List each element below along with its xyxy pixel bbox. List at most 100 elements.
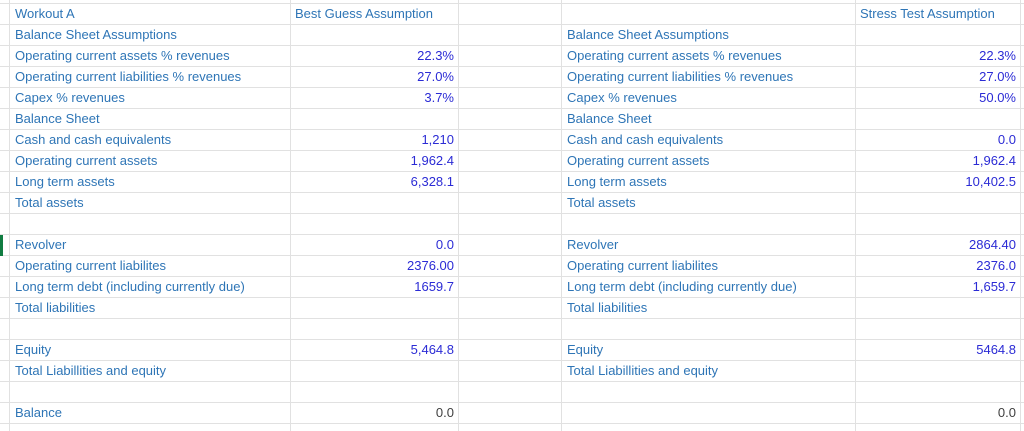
grid-filler-cell[interactable]: [459, 361, 562, 382]
grid-filler-cell[interactable]: [459, 298, 562, 319]
value-cell[interactable]: [291, 193, 459, 214]
value-cell[interactable]: [291, 361, 459, 382]
row-label-cell[interactable]: [10, 214, 291, 235]
row-label-cell[interactable]: Operating current assets: [562, 151, 856, 172]
column-header-cell[interactable]: Best Guess Assumption: [291, 4, 459, 25]
row-label-cell[interactable]: Total liabilities: [10, 298, 291, 319]
value-cell[interactable]: [856, 361, 1021, 382]
row-label-cell[interactable]: Operating current liabilites: [10, 256, 291, 277]
grid-filler-cell[interactable]: [459, 109, 562, 130]
value-cell[interactable]: [291, 109, 459, 130]
row-label-cell[interactable]: Balance Sheet Assumptions: [562, 25, 856, 46]
row-label-cell[interactable]: [562, 319, 856, 340]
value-cell[interactable]: 0.0: [291, 403, 459, 424]
grid-filler-cell[interactable]: [459, 319, 562, 340]
column-header-cell[interactable]: Stress Test Assumption: [856, 4, 1021, 25]
value-cell[interactable]: 22.3%: [291, 46, 459, 67]
value-cell[interactable]: 1659.7: [291, 277, 459, 298]
value-cell[interactable]: [291, 214, 459, 235]
value-cell[interactable]: 6,328.1: [291, 172, 459, 193]
value-cell[interactable]: 0.0: [856, 403, 1021, 424]
value-cell[interactable]: 5,464.8: [291, 340, 459, 361]
row-label-cell[interactable]: [562, 403, 856, 424]
grid-filler-cell[interactable]: [459, 46, 562, 67]
row-label-cell[interactable]: Balance Sheet Assumptions: [10, 25, 291, 46]
row-label-cell[interactable]: Revolver: [10, 235, 291, 256]
grid-filler-cell[interactable]: [459, 193, 562, 214]
value-cell[interactable]: [291, 298, 459, 319]
grid-filler-cell[interactable]: [459, 25, 562, 46]
grid-filler-cell[interactable]: [459, 277, 562, 298]
grid-filler-cell[interactable]: [459, 214, 562, 235]
row-label-cell[interactable]: Workout A: [10, 4, 291, 25]
row-label-cell[interactable]: Operating current liabilities % revenues: [562, 67, 856, 88]
row-label-cell[interactable]: Total assets: [10, 193, 291, 214]
value-cell[interactable]: [856, 319, 1021, 340]
row-label-cell[interactable]: Total liabilities: [562, 298, 856, 319]
value-cell[interactable]: 1,659.7: [856, 277, 1021, 298]
row-label-cell[interactable]: Total assets: [562, 193, 856, 214]
value-cell[interactable]: [856, 382, 1021, 403]
value-cell[interactable]: [856, 25, 1021, 46]
row-label-cell[interactable]: Operating current liabilites: [562, 256, 856, 277]
row-label-cell[interactable]: Operating current assets: [10, 151, 291, 172]
value-cell[interactable]: 2376.00: [291, 256, 459, 277]
value-cell[interactable]: 1,962.4: [291, 151, 459, 172]
value-cell[interactable]: 0.0: [291, 235, 459, 256]
row-label-cell[interactable]: Operating current liabilities % revenues: [10, 67, 291, 88]
value-cell[interactable]: 50.0%: [856, 88, 1021, 109]
row-label-cell[interactable]: [10, 319, 291, 340]
grid-filler-cell[interactable]: [459, 340, 562, 361]
row-label-cell[interactable]: Long term debt (including currently due): [562, 277, 856, 298]
value-cell[interactable]: 2376.0: [856, 256, 1021, 277]
cell[interactable]: [856, 424, 1021, 431]
value-cell[interactable]: [291, 319, 459, 340]
row-label-cell[interactable]: Cash and cash equivalents: [562, 130, 856, 151]
grid-filler-cell[interactable]: [459, 235, 562, 256]
row-label-cell[interactable]: [562, 4, 856, 25]
value-cell[interactable]: [291, 25, 459, 46]
row-label-cell[interactable]: Balance: [10, 403, 291, 424]
grid-filler-cell[interactable]: [459, 88, 562, 109]
row-label-cell[interactable]: Total Liabillities and equity: [10, 361, 291, 382]
grid-filler-cell[interactable]: [459, 424, 562, 431]
value-cell[interactable]: 27.0%: [291, 67, 459, 88]
grid-filler-cell[interactable]: [459, 382, 562, 403]
row-label-cell[interactable]: Long term assets: [562, 172, 856, 193]
row-label-cell[interactable]: Operating current assets % revenues: [562, 46, 856, 67]
row-label-cell[interactable]: Cash and cash equivalents: [10, 130, 291, 151]
row-label-cell[interactable]: Operating current assets % revenues: [10, 46, 291, 67]
row-label-cell[interactable]: Capex % revenues: [562, 88, 856, 109]
row-label-cell[interactable]: Revolver: [562, 235, 856, 256]
grid-filler-cell[interactable]: [459, 151, 562, 172]
value-cell[interactable]: [856, 193, 1021, 214]
row-label-cell[interactable]: Balance Sheet: [562, 109, 856, 130]
row-label-cell[interactable]: Equity: [562, 340, 856, 361]
grid-filler-cell[interactable]: [459, 403, 562, 424]
row-label-cell[interactable]: [10, 382, 291, 403]
grid-filler-cell[interactable]: [459, 4, 562, 25]
row-label-cell[interactable]: [562, 382, 856, 403]
cell[interactable]: [10, 424, 291, 431]
value-cell[interactable]: 1,210: [291, 130, 459, 151]
row-label-cell[interactable]: Balance Sheet: [10, 109, 291, 130]
value-cell[interactable]: 10,402.5: [856, 172, 1021, 193]
value-cell[interactable]: 27.0%: [856, 67, 1021, 88]
row-label-cell[interactable]: Capex % revenues: [10, 88, 291, 109]
value-cell[interactable]: [856, 109, 1021, 130]
grid-filler-cell[interactable]: [459, 256, 562, 277]
value-cell[interactable]: 2864.40: [856, 235, 1021, 256]
value-cell[interactable]: [856, 298, 1021, 319]
value-cell[interactable]: 22.3%: [856, 46, 1021, 67]
value-cell[interactable]: 3.7%: [291, 88, 459, 109]
grid-filler-cell[interactable]: [459, 67, 562, 88]
row-label-cell[interactable]: Total Liabillities and equity: [562, 361, 856, 382]
grid-filler-cell[interactable]: [459, 172, 562, 193]
grid-filler-cell[interactable]: [459, 130, 562, 151]
cell[interactable]: [562, 424, 856, 431]
value-cell[interactable]: [291, 382, 459, 403]
value-cell[interactable]: [856, 214, 1021, 235]
value-cell[interactable]: 5464.8: [856, 340, 1021, 361]
row-label-cell[interactable]: [562, 214, 856, 235]
row-label-cell[interactable]: Long term assets: [10, 172, 291, 193]
